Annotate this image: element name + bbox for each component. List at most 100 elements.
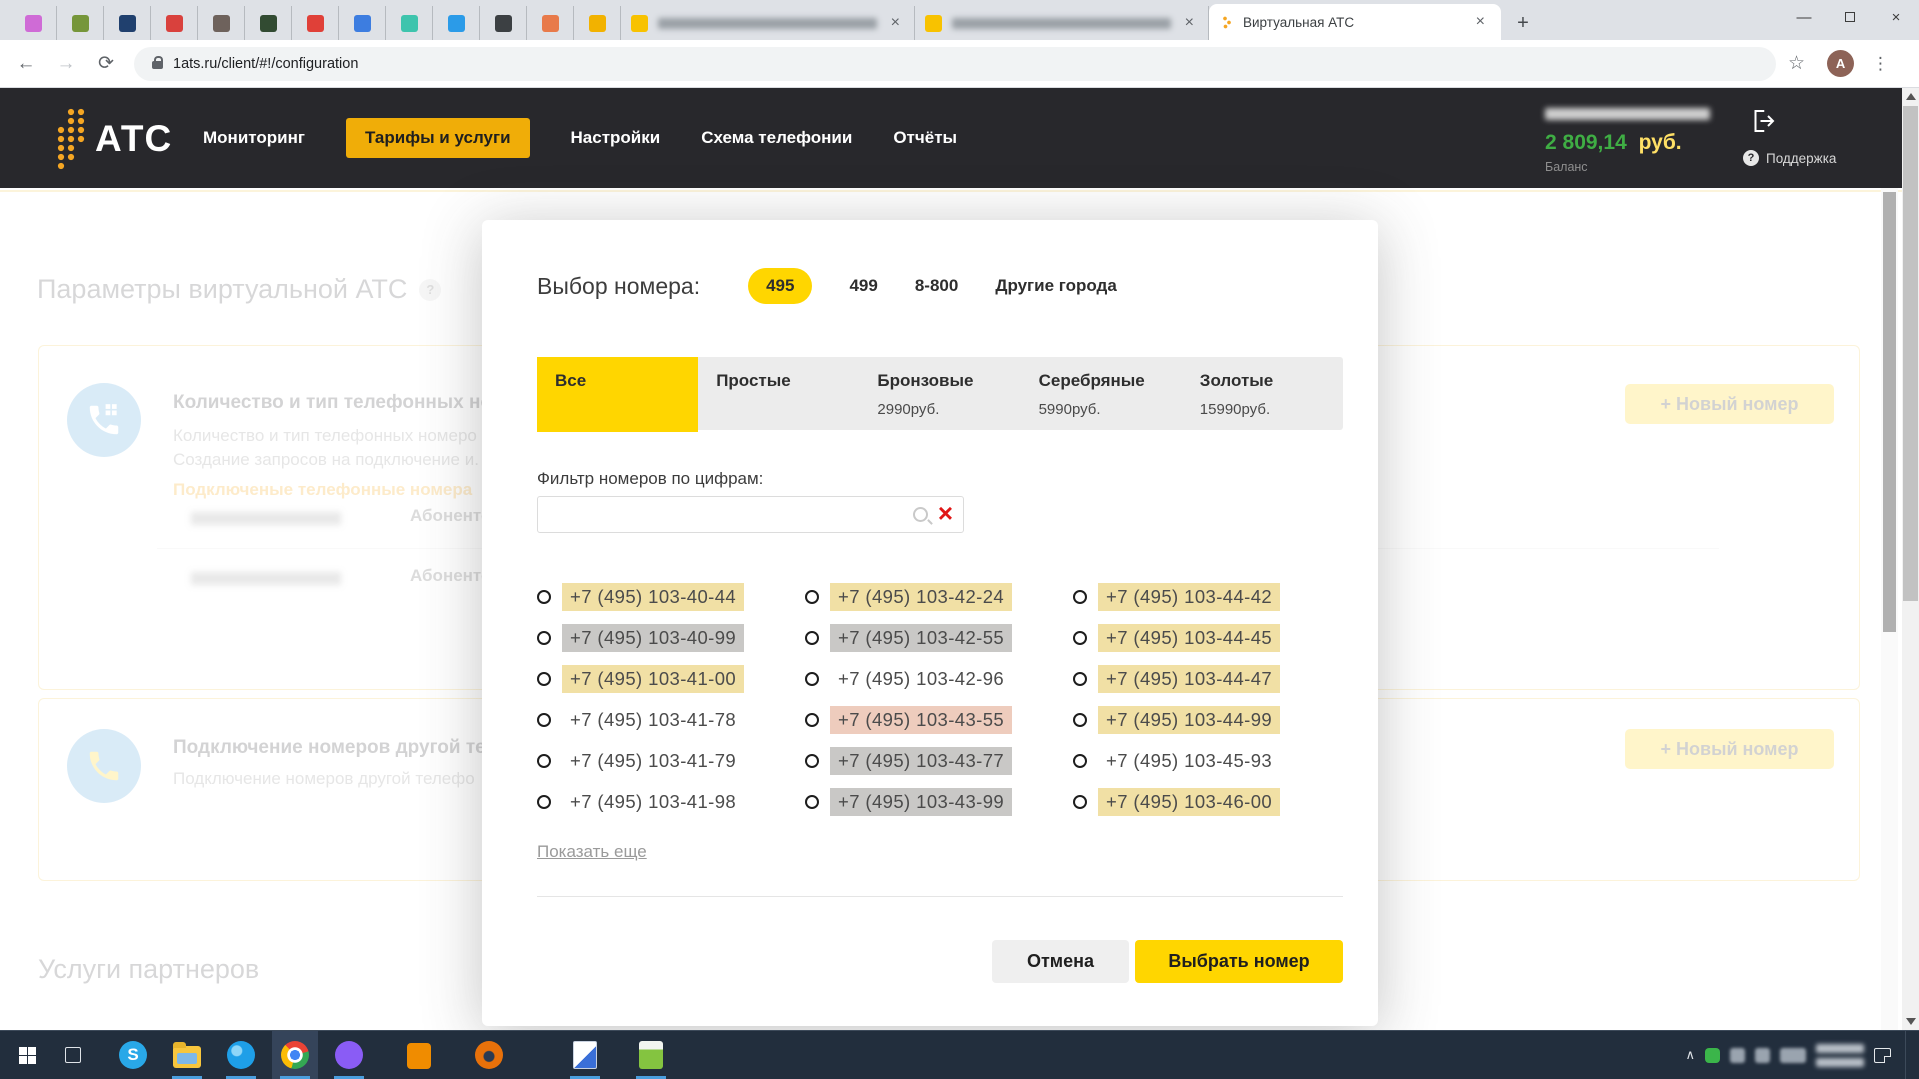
pinned-tab[interactable] <box>292 6 339 40</box>
pinned-tab[interactable] <box>574 6 621 40</box>
phone-number-option[interactable]: +7 (495) 103-44-42 <box>1073 583 1341 611</box>
maximize-button[interactable] <box>1827 0 1873 34</box>
category-tab-simple[interactable]: Простые <box>698 357 859 432</box>
tab-close-icon[interactable]: × <box>887 13 904 33</box>
radio-button[interactable] <box>1073 754 1087 768</box>
phone-number-option[interactable]: +7 (495) 103-43-55 <box>805 706 1073 734</box>
show-desktop-button[interactable] <box>1905 1031 1911 1079</box>
scroll-down-icon[interactable] <box>1906 1018 1916 1025</box>
taskbar-green-app[interactable] <box>628 1031 674 1079</box>
url-bar[interactable]: 1ats.ru/client/#!/configuration <box>134 47 1776 81</box>
tray-app-icon[interactable] <box>1730 1048 1745 1063</box>
code-tab-499[interactable]: 499 <box>849 268 877 304</box>
pinned-tab[interactable] <box>198 6 245 40</box>
radio-button[interactable] <box>537 672 551 686</box>
url-text[interactable]: 1ats.ru/client/#!/configuration <box>173 56 358 72</box>
lock-icon[interactable] <box>152 61 163 69</box>
code-tab-8800[interactable]: 8-800 <box>915 268 958 304</box>
code-tab-other-cities[interactable]: Другие города <box>995 268 1116 304</box>
pinned-tab[interactable] <box>527 6 574 40</box>
taskbar-document-app[interactable] <box>562 1031 608 1079</box>
taskbar-file-explorer[interactable] <box>164 1031 210 1079</box>
forward-icon[interactable]: → <box>52 50 80 78</box>
ats-logo[interactable]: АТС <box>55 106 172 172</box>
taskbar-app-orange-2[interactable] <box>466 1031 512 1079</box>
phone-number-option[interactable]: +7 (495) 103-40-44 <box>537 583 805 611</box>
nav-monitoring[interactable]: Мониторинг <box>203 128 305 148</box>
new-tab-button[interactable]: + <box>1509 9 1537 37</box>
radio-button[interactable] <box>1073 590 1087 604</box>
category-tab-all[interactable]: Все <box>537 357 698 432</box>
phone-number-option[interactable]: +7 (495) 103-42-24 <box>805 583 1073 611</box>
tray-language-indicator[interactable] <box>1780 1048 1806 1063</box>
reload-icon[interactable]: ⟳ <box>92 50 120 78</box>
radio-button[interactable] <box>1073 713 1087 727</box>
pinned-tab[interactable] <box>480 6 527 40</box>
nav-telephony-scheme[interactable]: Схема телефонии <box>701 128 852 148</box>
radio-button[interactable] <box>805 795 819 809</box>
pinned-tab[interactable] <box>151 6 198 40</box>
bookmark-star-icon[interactable]: ☆ <box>1788 52 1805 75</box>
pinned-tab[interactable] <box>339 6 386 40</box>
phone-number-option[interactable]: +7 (495) 103-43-77 <box>805 747 1073 775</box>
browser-menu-icon[interactable]: ⋮ <box>1872 54 1889 74</box>
nav-settings[interactable]: Настройки <box>571 128 661 148</box>
phone-number-option[interactable]: +7 (495) 103-40-99 <box>537 624 805 652</box>
support-link[interactable]: ? Поддержка <box>1743 150 1836 166</box>
radio-button[interactable] <box>537 590 551 604</box>
pinned-tab[interactable] <box>433 6 480 40</box>
select-number-button[interactable]: Выбрать номер <box>1135 940 1343 983</box>
search-icon[interactable] <box>913 507 928 522</box>
category-tab-gold[interactable]: Золотые 15990руб. <box>1182 357 1343 432</box>
back-icon[interactable]: ← <box>12 50 40 78</box>
start-button[interactable] <box>4 1031 50 1079</box>
phone-number-option[interactable]: +7 (495) 103-44-45 <box>1073 624 1341 652</box>
taskbar-app-purple[interactable] <box>326 1031 372 1079</box>
profile-avatar[interactable]: A <box>1827 50 1854 77</box>
code-tab-495[interactable]: 495 <box>748 268 812 304</box>
tab-close-icon[interactable]: × <box>1181 13 1198 33</box>
pinned-tab[interactable] <box>245 6 292 40</box>
radio-button[interactable] <box>1073 631 1087 645</box>
phone-number-option[interactable]: +7 (495) 103-44-47 <box>1073 665 1341 693</box>
phone-number-option[interactable]: +7 (495) 103-42-55 <box>805 624 1073 652</box>
phone-number-option[interactable]: +7 (495) 103-41-98 <box>537 788 805 816</box>
page-scrollbar-thumb[interactable] <box>1883 192 1896 632</box>
pinned-tab[interactable] <box>386 6 433 40</box>
phone-number-option[interactable]: +7 (495) 103-41-79 <box>537 747 805 775</box>
radio-button[interactable] <box>1073 672 1087 686</box>
filter-input[interactable] <box>548 506 913 524</box>
radio-button[interactable] <box>537 795 551 809</box>
phone-number-option[interactable]: +7 (495) 103-41-78 <box>537 706 805 734</box>
radio-button[interactable] <box>537 631 551 645</box>
pinned-tab[interactable] <box>10 6 57 40</box>
radio-button[interactable] <box>805 713 819 727</box>
radio-button[interactable] <box>537 754 551 768</box>
browser-scrollbar[interactable] <box>1902 88 1919 1030</box>
taskbar-edge[interactable] <box>218 1031 264 1079</box>
phone-number-option[interactable]: +7 (495) 103-46-00 <box>1073 788 1341 816</box>
scroll-up-icon[interactable] <box>1906 93 1916 100</box>
taskbar-app-orange[interactable] <box>396 1031 442 1079</box>
notification-center-icon[interactable] <box>1874 1048 1891 1063</box>
tray-app-icon[interactable] <box>1755 1048 1770 1063</box>
nav-tariffs-services[interactable]: Тарифы и услуги <box>346 118 530 158</box>
taskbar-skype[interactable]: S <box>110 1031 156 1079</box>
category-tab-silver[interactable]: Серебряные 5990руб. <box>1021 357 1182 432</box>
phone-number-option[interactable]: +7 (495) 103-44-99 <box>1073 706 1341 734</box>
task-view-button[interactable] <box>50 1031 96 1079</box>
page-scrollbar[interactable] <box>1881 188 1898 1030</box>
minimize-button[interactable]: — <box>1781 0 1827 34</box>
nav-reports[interactable]: Отчёты <box>893 128 957 148</box>
phone-number-option[interactable]: +7 (495) 103-41-00 <box>537 665 805 693</box>
tab-close-icon[interactable]: × <box>1472 12 1489 32</box>
cancel-button[interactable]: Отмена <box>992 940 1129 983</box>
radio-button[interactable] <box>537 713 551 727</box>
tray-app-icon[interactable] <box>1705 1048 1720 1063</box>
close-button[interactable]: × <box>1873 0 1919 34</box>
phone-number-option[interactable]: +7 (495) 103-45-93 <box>1073 747 1341 775</box>
taskbar-clock[interactable] <box>1816 1044 1864 1067</box>
radio-button[interactable] <box>805 672 819 686</box>
pinned-tab[interactable] <box>57 6 104 40</box>
tray-chevron-icon[interactable]: ∧ <box>1685 1047 1695 1063</box>
